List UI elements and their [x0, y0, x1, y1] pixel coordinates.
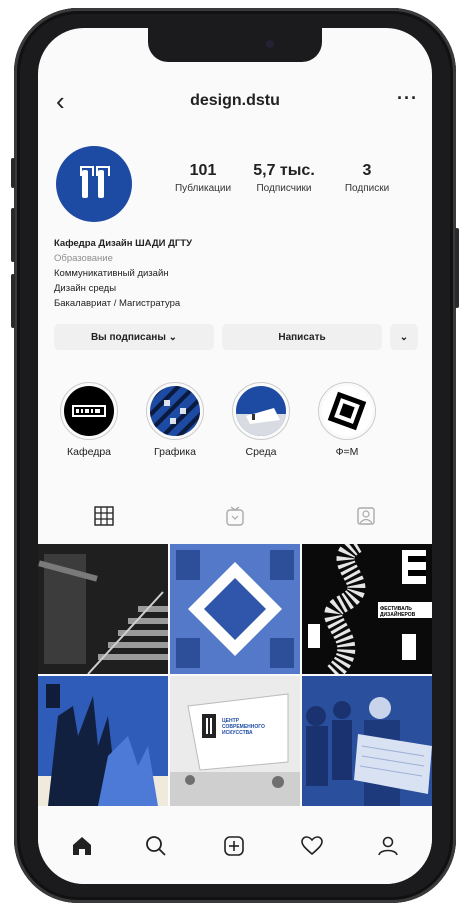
volume-down-button — [11, 274, 15, 328]
stat-value: 101 — [189, 162, 217, 179]
post-caption: ФЕСТИВАЛЬ ДИЗАЙНЕРОВ — [380, 606, 416, 618]
profile-actions: Вы подписаны ⌄ Написать ⌄ — [54, 324, 418, 350]
mute-switch — [11, 158, 15, 188]
add-post-icon — [224, 836, 244, 856]
bottom-navigation — [38, 814, 432, 884]
tab-tagged[interactable] — [300, 502, 431, 530]
stat-label: Публикации — [174, 183, 232, 194]
stat-posts[interactable]: 101 Публикации — [168, 162, 238, 194]
profile-bio: Кафедра Дизайн ШАДИ ДГТУ Образование Ком… — [54, 236, 414, 311]
nav-search[interactable] — [136, 826, 176, 866]
nav-activity[interactable] — [292, 826, 332, 866]
post-thumbnail[interactable]: ФЕСТИВАЛЬ ДИЗАЙНЕРОВ — [302, 544, 432, 674]
logo-mark — [98, 170, 104, 198]
profile-category: Образование — [54, 253, 113, 264]
power-button — [455, 228, 459, 308]
logo-mark — [82, 170, 88, 198]
highlight-fm[interactable]: Ф=М — [314, 382, 380, 458]
search-icon — [146, 836, 166, 856]
post-image — [38, 676, 168, 806]
nav-add-post[interactable] — [214, 826, 254, 866]
highlight-cover — [327, 391, 367, 431]
heart-icon — [301, 836, 323, 856]
bio-line: Дизайн среды — [54, 283, 117, 294]
tagged-icon — [356, 507, 375, 525]
post-caption: ЦЕНТР СОВРЕМЕННОГО ИСКУССТВА — [222, 718, 265, 736]
post-image — [302, 676, 432, 806]
bio-line: Бакалавриат / Магистратура — [54, 298, 181, 309]
notch — [148, 28, 322, 62]
post-thumbnail[interactable] — [170, 544, 300, 674]
post-thumbnail[interactable]: ЦЕНТР СОВРЕМЕННОГО ИСКУССТВА — [170, 676, 300, 806]
phone-screen: ‹ design.dstu ··· 101 Публикации 5,7 тыс… — [38, 28, 432, 884]
stat-followers[interactable]: 5,7 тыс. Подписчики — [244, 162, 324, 194]
highlight-cover — [236, 408, 286, 436]
stat-value: 3 — [362, 162, 372, 179]
profile-username: design.dstu — [190, 92, 280, 109]
post-image — [170, 544, 300, 674]
story-highlights: Кафедра Графика Среда Ф=М — [38, 382, 432, 462]
camera-icon — [266, 40, 274, 48]
igtv-icon — [225, 506, 244, 526]
nav-profile[interactable] — [368, 826, 408, 866]
profile-name: Кафедра Дизайн ШАДИ ДГТУ — [54, 238, 192, 249]
highlight-cover — [72, 405, 106, 417]
highlight-label: Среда — [245, 446, 277, 458]
grid-icon — [93, 506, 114, 526]
tab-grid[interactable] — [38, 502, 169, 530]
highlight-kafedra[interactable]: Кафедра — [56, 382, 122, 458]
avatar[interactable] — [56, 146, 132, 222]
highlight-label: Кафедра — [66, 446, 111, 458]
highlight-sreda[interactable]: Среда — [228, 382, 294, 458]
suggest-button[interactable]: ⌄ — [390, 324, 418, 350]
stat-label: Подписки — [344, 183, 390, 194]
volume-up-button — [11, 208, 15, 262]
stat-following[interactable]: 3 Подписки — [334, 162, 400, 194]
profile-header: ‹ design.dstu ··· — [38, 86, 432, 118]
chevron-down-icon: ⌄ — [399, 331, 409, 343]
post-thumbnail[interactable] — [38, 676, 168, 806]
highlight-label: Графика — [154, 446, 196, 458]
post-thumbnail[interactable] — [302, 676, 432, 806]
more-dots-icon[interactable]: ··· — [397, 88, 418, 109]
nav-home[interactable] — [62, 826, 102, 866]
stat-label: Подписчики — [256, 183, 312, 194]
bio-line: Коммуникативный дизайн — [54, 268, 169, 279]
post-thumbnail[interactable] — [38, 544, 168, 674]
post-image — [38, 544, 168, 674]
highlight-grafika[interactable]: Графика — [142, 382, 208, 458]
home-icon — [73, 837, 91, 855]
stat-value: 5,7 тыс. — [253, 162, 315, 179]
tab-igtv[interactable] — [169, 502, 300, 530]
profile-icon — [378, 836, 398, 856]
posts-grid: ФЕСТИВАЛЬ ДИЗАЙНЕРОВ ЦЕНТР СОВРЕМЕННОГО … — [38, 544, 432, 806]
profile-tabs — [38, 502, 432, 530]
following-button[interactable]: Вы подписаны ⌄ — [54, 324, 214, 350]
highlight-cover — [150, 386, 200, 436]
message-button[interactable]: Написать — [222, 324, 382, 350]
post-image — [170, 676, 300, 806]
highlight-label: Ф=М — [335, 446, 359, 458]
